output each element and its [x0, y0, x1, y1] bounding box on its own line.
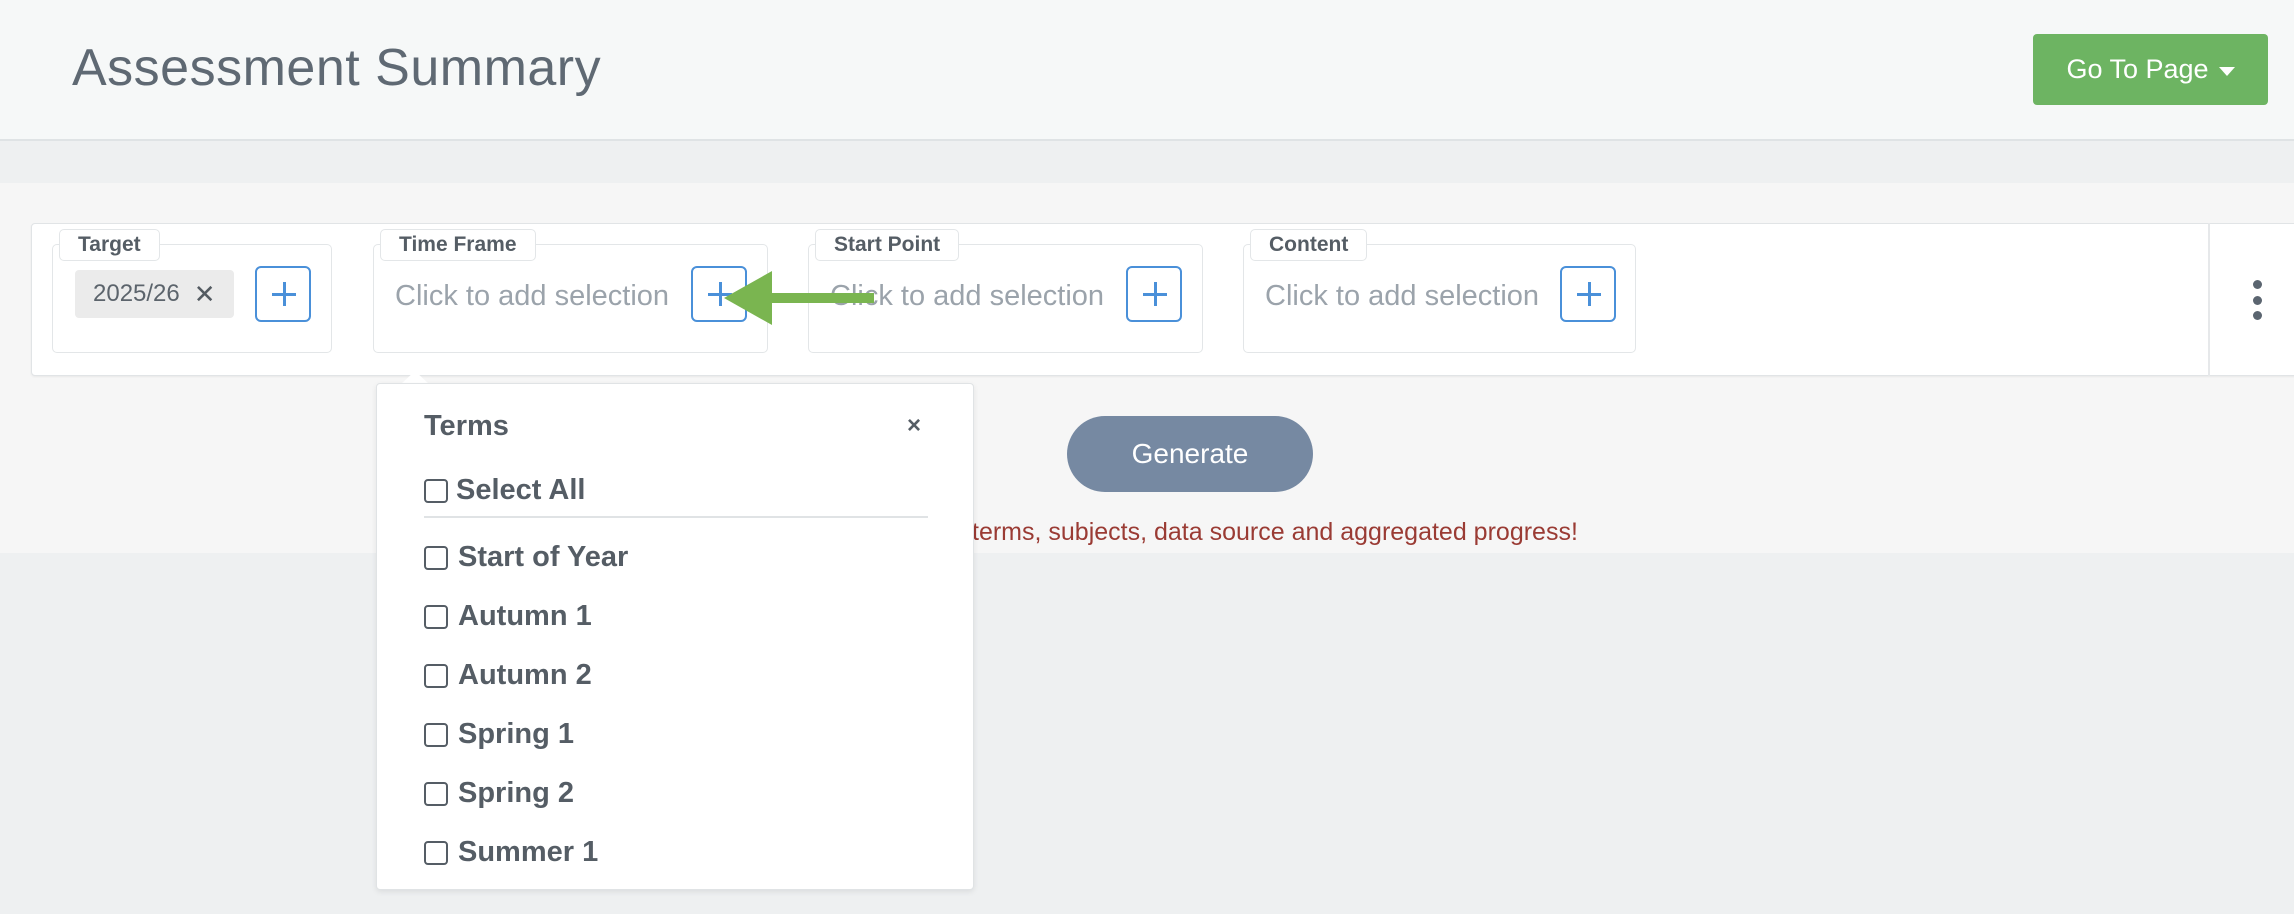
term-option[interactable]: Spring 1 [424, 718, 574, 751]
startpoint-legend: Start Point [815, 229, 960, 261]
annotation-arrow-shaft [760, 293, 874, 303]
term-option[interactable]: Spring 2 [424, 777, 574, 810]
select-all-option[interactable]: Select All [424, 474, 585, 507]
content-filter-group: Content Click to add selection [1243, 229, 1636, 353]
page-header: Assessment Summary Go To Page [0, 0, 2294, 141]
filter-bar-divider [2208, 223, 2210, 376]
terms-dropdown: Terms × Select All Start of Year Autumn … [376, 383, 974, 890]
target-legend: Target [59, 229, 160, 261]
generate-button[interactable]: Generate [1067, 416, 1313, 492]
term-label: Spring 1 [458, 718, 575, 750]
term-label: Start of Year [458, 541, 629, 573]
target-filter-group: Target 2025/26 ✕ [52, 229, 332, 353]
term-checkbox[interactable] [424, 545, 448, 570]
go-to-page-label: Go To Page [2066, 54, 2209, 84]
term-label: Autumn 2 [458, 659, 592, 691]
term-option[interactable]: Autumn 2 [424, 659, 592, 692]
timeframe-placeholder[interactable]: Click to add selection [395, 280, 669, 313]
page-title: Assessment Summary [72, 39, 602, 97]
select-all-label: Select All [456, 474, 586, 506]
term-checkbox[interactable] [424, 663, 448, 688]
warning-message: terms, subjects, data source and aggrega… [972, 518, 1578, 546]
term-option[interactable]: Start of Year [424, 541, 628, 574]
term-checkbox[interactable] [424, 781, 448, 806]
dropdown-title: Terms [424, 410, 509, 442]
more-options-icon[interactable] [2250, 280, 2264, 320]
close-icon[interactable]: × [907, 412, 921, 440]
target-chip-label: 2025/26 [93, 280, 180, 307]
startpoint-add-button[interactable] [1126, 266, 1182, 322]
term-checkbox[interactable] [424, 840, 448, 865]
target-chip: 2025/26 ✕ [75, 270, 234, 318]
content-legend: Content [1250, 229, 1368, 261]
remove-chip-icon[interactable]: ✕ [194, 279, 216, 310]
content-placeholder[interactable]: Click to add selection [1265, 280, 1539, 313]
term-label: Summer 1 [458, 836, 599, 868]
term-label: Autumn 1 [458, 600, 592, 632]
target-add-button[interactable] [255, 266, 311, 322]
go-to-page-button[interactable]: Go To Page [2033, 34, 2268, 105]
timeframe-filter-group: Time Frame Click to add selection [373, 229, 768, 353]
term-checkbox[interactable] [424, 722, 448, 747]
select-all-checkbox[interactable] [424, 478, 448, 503]
timeframe-legend: Time Frame [380, 229, 536, 261]
dropdown-divider [424, 516, 928, 518]
term-option[interactable]: Autumn 1 [424, 600, 592, 633]
term-checkbox[interactable] [424, 604, 448, 629]
term-option[interactable]: Summer 1 [424, 836, 598, 869]
caret-down-icon [2218, 67, 2235, 76]
term-label: Spring 2 [458, 777, 575, 809]
content-add-button[interactable] [1560, 266, 1616, 322]
annotation-arrow-icon [724, 271, 772, 325]
